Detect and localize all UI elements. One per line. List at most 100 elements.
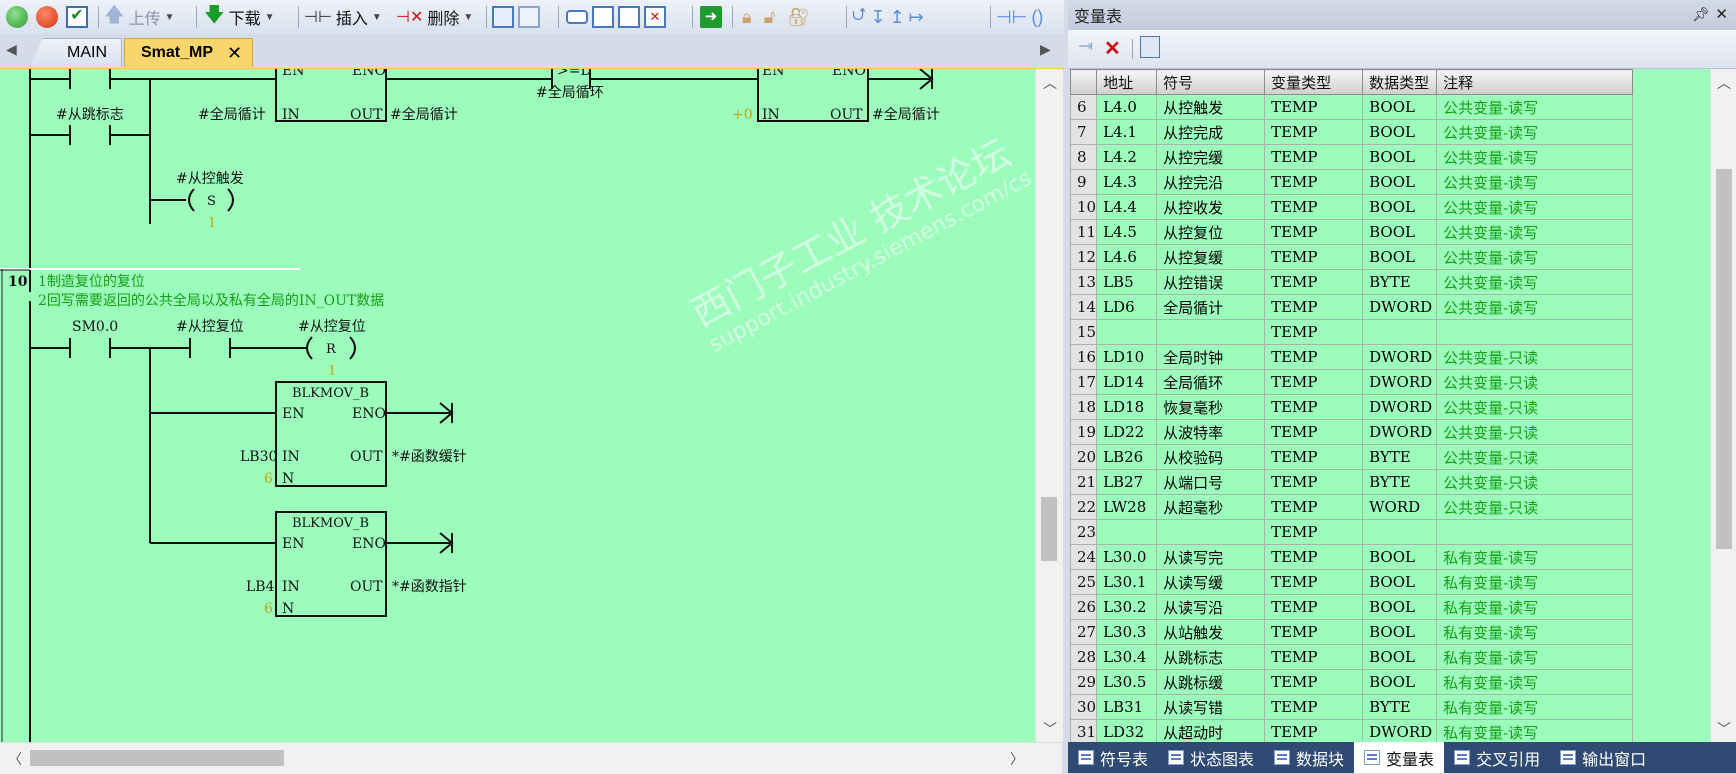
symbol-cell[interactable]: 从控错误 <box>1156 269 1266 295</box>
table-row[interactable]: 26 L30.2 从读写沿 TEMP BOOL 私有变量-读写 <box>1070 594 1634 620</box>
symbol-cell[interactable]: 从波特率 <box>1156 419 1266 445</box>
import-icon[interactable] <box>1140 36 1160 58</box>
contact-icon[interactable]: ⊣⊢ <box>996 7 1027 28</box>
var-type-cell[interactable]: TEMP <box>1264 119 1364 145</box>
data-type-cell[interactable]: BOOL <box>1362 169 1438 195</box>
network2-icon[interactable] <box>518 6 540 28</box>
var-type-cell[interactable]: TEMP <box>1264 644 1364 670</box>
symbol-cell[interactable]: 从跳标志 <box>1156 644 1266 670</box>
scroll-down-icon[interactable]: ﹀ <box>1043 719 1057 739</box>
back-icon[interactable] <box>592 6 614 28</box>
comment-cell[interactable]: 公共变量-读写 <box>1436 244 1634 270</box>
table-vertical-scrollbar[interactable]: ︿ ﹀ <box>1710 69 1736 742</box>
data-type-cell[interactable]: BOOL <box>1362 94 1438 120</box>
comment-cell[interactable]: 公共变量-只读 <box>1436 444 1634 470</box>
address-cell[interactable] <box>1096 519 1158 545</box>
table-row[interactable]: 8 L4.2 从控完缓 TEMP BOOL 公共变量-读写 <box>1070 144 1634 170</box>
table-row[interactable]: 23 TEMP <box>1070 519 1634 545</box>
address-cell[interactable]: LB26 <box>1096 444 1158 470</box>
insert-dropdown-icon[interactable]: ▼ <box>372 12 382 23</box>
comment-cell[interactable]: 公共变量-读写 <box>1436 219 1634 245</box>
table-row[interactable]: 11 L4.5 从控复位 TEMP BOOL 公共变量-读写 <box>1070 219 1634 245</box>
comment-cell[interactable]: 公共变量-只读 <box>1436 344 1634 370</box>
table-row[interactable]: 22 LW28 从超毫秒 TEMP WORD 公共变量-只读 <box>1070 494 1634 520</box>
comment-cell[interactable]: 公共变量-读写 <box>1436 94 1634 120</box>
column-header-comment[interactable]: 注释 <box>1436 69 1634 95</box>
data-type-cell[interactable]: BOOL <box>1362 194 1438 220</box>
table-row[interactable]: 18 LD18 恢复毫秒 TEMP DWORD 公共变量-只读 <box>1070 394 1634 420</box>
comment-cell[interactable]: 公共变量-只读 <box>1436 394 1634 420</box>
bottom-tab-output-window[interactable]: 输出窗口 <box>1550 742 1656 773</box>
comment-cell[interactable] <box>1436 319 1634 345</box>
var-type-cell[interactable]: TEMP <box>1264 394 1364 420</box>
data-type-cell[interactable]: BYTE <box>1362 444 1438 470</box>
data-type-cell[interactable]: BOOL <box>1362 544 1438 570</box>
tab-smat-mp[interactable]: Smat_MP ✕ <box>124 38 254 67</box>
compile-button[interactable]: ✔ <box>66 5 88 29</box>
contact-sm0-label[interactable]: SM0.0 <box>72 319 118 335</box>
comment-cell[interactable]: 公共变量-读写 <box>1436 119 1634 145</box>
bottom-tab-status-chart[interactable]: 状态图表 <box>1158 742 1264 773</box>
table-row[interactable]: 9 L4.3 从控完沿 TEMP BOOL 公共变量-读写 <box>1070 169 1634 195</box>
address-cell[interactable] <box>1096 319 1158 345</box>
var-type-cell[interactable]: TEMP <box>1264 544 1364 570</box>
data-type-cell[interactable]: DWORD <box>1362 369 1438 395</box>
table-row[interactable]: 29 L30.5 从跳标缓 TEMP BOOL 私有变量-读写 <box>1070 669 1634 695</box>
column-header-data-type[interactable]: 数据类型 <box>1362 69 1438 95</box>
upload-dropdown-icon[interactable]: ▼ <box>165 12 175 23</box>
table-row[interactable]: 7 L4.1 从控完成 TEMP BOOL 公共变量-读写 <box>1070 119 1634 145</box>
bottom-tab-symbol-table[interactable]: 符号表 <box>1068 742 1158 773</box>
download-button[interactable]: 🡇 下载 ▼ <box>204 4 274 29</box>
blkmov1-in-operand[interactable]: LB30 <box>240 449 277 465</box>
symbol-cell[interactable]: 从控完缓 <box>1156 144 1266 170</box>
comment-cell[interactable] <box>1436 519 1634 545</box>
table-row[interactable]: 15 TEMP <box>1070 319 1634 345</box>
table-row[interactable]: 6 L4.0 从控触发 TEMP BOOL 公共变量-读写 <box>1070 94 1634 120</box>
address-cell[interactable]: LD6 <box>1096 294 1158 320</box>
line-up-icon[interactable]: ↥ <box>890 7 905 28</box>
var-type-cell[interactable]: TEMP <box>1264 419 1364 445</box>
unlock-icon[interactable]: 🔓︎ <box>764 7 776 28</box>
bottom-tab-data-block[interactable]: 数据块 <box>1264 742 1354 773</box>
address-cell[interactable]: LW28 <box>1096 494 1158 520</box>
close-panel-icon[interactable]: ✕ <box>1715 5 1728 23</box>
symbol-cell[interactable]: 从站触发 <box>1156 619 1266 645</box>
branch-icon[interactable]: ⮍ <box>852 2 866 32</box>
symbol-cell[interactable]: 从控完沿 <box>1156 169 1266 195</box>
comment-cell[interactable]: 私有变量-读写 <box>1436 644 1634 670</box>
address-cell[interactable]: L4.1 <box>1096 119 1158 145</box>
column-header-symbol[interactable]: 符号 <box>1156 69 1266 95</box>
address-cell[interactable]: LD14 <box>1096 369 1158 395</box>
horizontal-scroll-thumb[interactable] <box>30 750 284 766</box>
blkmov1-n-operand[interactable]: 6 <box>264 471 273 487</box>
data-type-cell[interactable]: BOOL <box>1362 244 1438 270</box>
var-type-cell[interactable]: TEMP <box>1264 94 1364 120</box>
data-type-cell[interactable]: DWORD <box>1362 344 1438 370</box>
tab-main[interactable]: MAIN <box>30 38 122 67</box>
symbol-cell[interactable]: 全局循环 <box>1156 369 1266 395</box>
var-type-cell[interactable]: TEMP <box>1264 694 1364 720</box>
data-type-cell[interactable]: BOOL <box>1362 619 1438 645</box>
comment-cell[interactable]: 私有变量-读写 <box>1436 669 1634 695</box>
var-type-cell[interactable]: TEMP <box>1264 619 1364 645</box>
table-row[interactable]: 21 LB27 从端口号 TEMP BYTE 公共变量-只读 <box>1070 469 1634 495</box>
comment-cell[interactable]: 公共变量-读写 <box>1436 294 1634 320</box>
symbol-cell[interactable]: 从控复位 <box>1156 219 1266 245</box>
comment-cell[interactable]: 私有变量-读写 <box>1436 569 1634 595</box>
data-type-cell[interactable]: BOOL <box>1362 644 1438 670</box>
blkmov2-in-operand[interactable]: LB4 <box>246 579 275 595</box>
data-type-cell[interactable]: BOOL <box>1362 569 1438 595</box>
symbol-cell[interactable]: 全局循计 <box>1156 294 1266 320</box>
table-row[interactable]: 19 LD22 从波特率 TEMP DWORD 公共变量-只读 <box>1070 419 1634 445</box>
var-type-cell[interactable]: TEMP <box>1264 369 1364 395</box>
box2-in-constant[interactable]: +0 <box>732 107 753 123</box>
ladder-editor[interactable]: EN ENO IN OUT #全局循计 #全局循计 >=D #全局循环 EN E… <box>0 69 1035 742</box>
forward-icon[interactable] <box>618 6 640 28</box>
table-scroll-down-icon[interactable]: ﹀ <box>1717 719 1731 739</box>
address-cell[interactable]: LB5 <box>1096 269 1158 295</box>
comment-cell[interactable]: 公共变量-只读 <box>1436 369 1634 395</box>
table-row[interactable]: 30 LB31 从读写错 TEMP BYTE 私有变量-读写 <box>1070 694 1634 720</box>
delete-dropdown-icon[interactable]: ▼ <box>463 12 473 23</box>
symbol-cell[interactable]: 从控完成 <box>1156 119 1266 145</box>
data-type-cell[interactable]: BOOL <box>1362 119 1438 145</box>
